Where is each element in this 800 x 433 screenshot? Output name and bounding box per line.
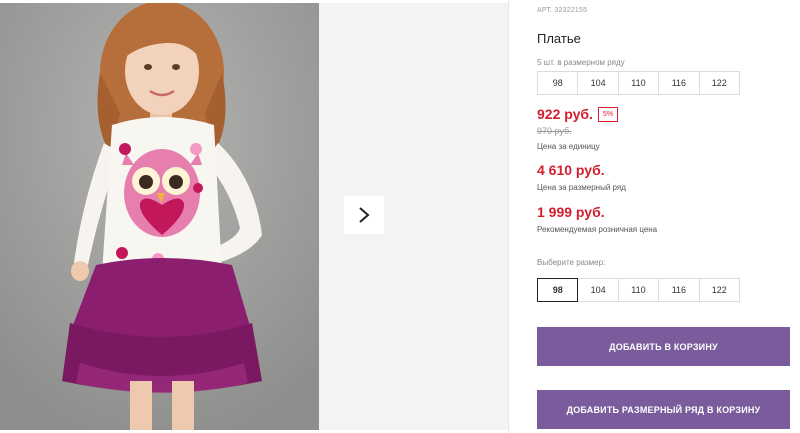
choose-size-label: Выберите размер: xyxy=(537,258,606,267)
product-photo[interactable] xyxy=(0,3,319,430)
retail-price: 1 999 руб. xyxy=(537,204,605,220)
size-option-110[interactable]: 110 xyxy=(617,278,660,302)
size-row-cell: 104 xyxy=(577,71,619,95)
article-number: АРТ. 32322155 xyxy=(537,7,588,14)
row-price: 4 610 руб. xyxy=(537,162,605,178)
size-option-122[interactable]: 122 xyxy=(698,278,740,302)
size-option-116[interactable]: 116 xyxy=(658,278,700,302)
product-title: Платье xyxy=(537,31,581,46)
retail-price-label: Рекомендуемая розничная цена xyxy=(537,225,658,234)
size-row-cell: 122 xyxy=(698,71,740,95)
discount-badge: 5% xyxy=(598,107,619,122)
size-row-cell: 98 xyxy=(537,71,579,95)
size-option-98[interactable]: 98 xyxy=(537,278,579,302)
column-divider xyxy=(508,0,509,433)
product-gallery xyxy=(0,3,508,430)
product-photo-illustration xyxy=(0,3,319,430)
chevron-right-icon xyxy=(359,207,370,223)
size-row-list: 98 104 110 116 122 xyxy=(537,71,740,95)
size-selector: 98 104 110 116 122 xyxy=(537,278,740,302)
next-photo-button[interactable] xyxy=(344,196,384,234)
size-row-note: 5 шт. в размерном ряду xyxy=(537,58,625,67)
size-row-cell: 116 xyxy=(658,71,700,95)
add-to-cart-button[interactable]: ДОБАВИТЬ В КОРЗИНУ xyxy=(537,327,790,366)
unit-price-label: Цена за единицу xyxy=(537,142,600,151)
size-row-cell: 110 xyxy=(617,71,660,95)
old-price: 970 руб. xyxy=(537,126,572,136)
unit-price: 922 руб. xyxy=(537,106,593,122)
add-size-row-to-cart-button[interactable]: ДОБАВИТЬ РАЗМЕРНЫЙ РЯД В КОРЗИНУ xyxy=(537,390,790,429)
row-price-label: Цена за размерный ряд xyxy=(537,183,626,192)
size-option-104[interactable]: 104 xyxy=(577,278,619,302)
